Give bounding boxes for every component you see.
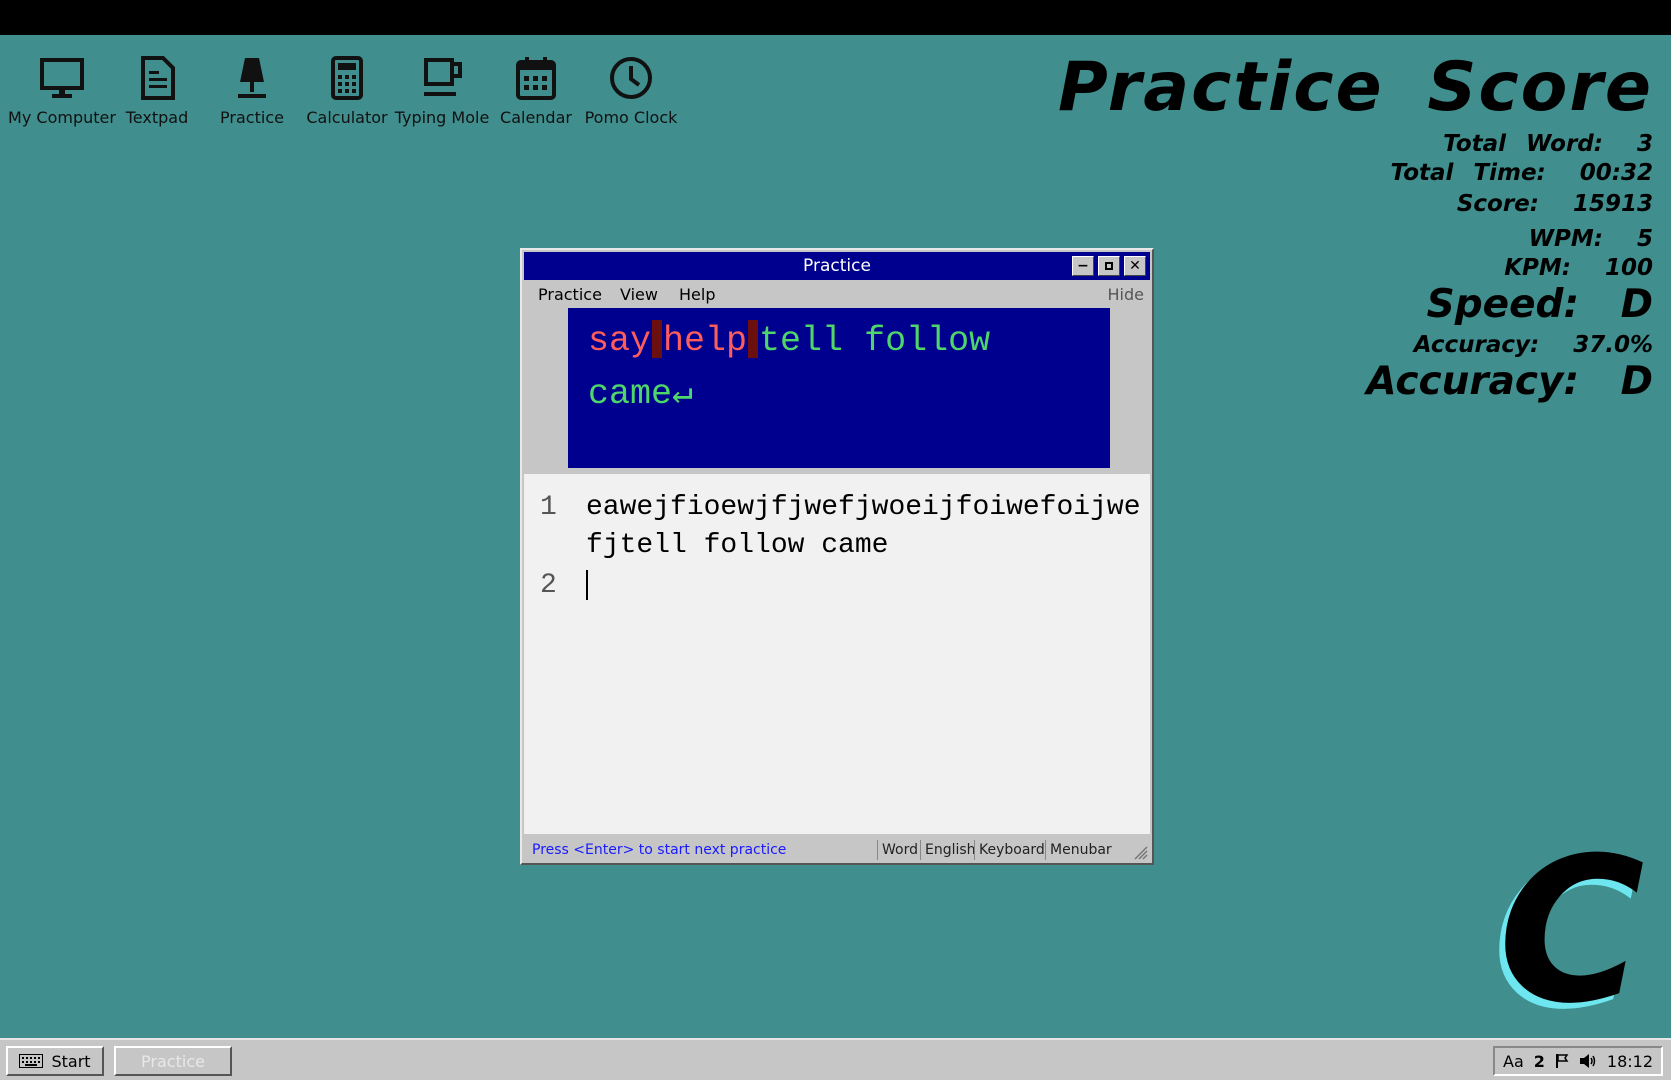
taskbar-item-practice[interactable]: Practice	[114, 1046, 232, 1076]
return-icon: ↵	[672, 374, 694, 414]
prompt-word-wrong: help	[663, 321, 748, 361]
desktop-icon-label: Practice	[220, 108, 284, 127]
accuracy-grade-label: Accuracy:	[1366, 359, 1580, 404]
status-mode-word[interactable]: Word	[877, 840, 922, 860]
system-tray: Aa 2 18:12	[1493, 1046, 1663, 1076]
desktop-icon-label: Calendar	[500, 108, 572, 127]
minimize-button[interactable]: −	[1072, 256, 1094, 276]
typing-editor[interactable]: 1 eawejfioewjfjwefjwoeijfoiwefoijwe fjte…	[524, 474, 1150, 834]
menu-practice[interactable]: Practice	[538, 285, 602, 304]
line-number: 2	[540, 570, 557, 601]
menu-help[interactable]: Help	[679, 285, 715, 304]
maximize-icon	[1105, 262, 1113, 270]
clock: 18:12	[1606, 1051, 1653, 1071]
desktop-icon-typing-mole[interactable]: Typing Mole	[394, 54, 490, 134]
desktop-icon-label: Typing Mole	[394, 108, 490, 127]
speed-grade: D	[1620, 282, 1653, 327]
score-title: Practice Score	[1057, 48, 1653, 127]
status-message: Press <Enter> to start next practice	[532, 842, 787, 858]
calendar-icon	[516, 57, 556, 100]
desktop-icon-practice[interactable]: Practice	[204, 54, 300, 134]
kpm-label: KPM:	[1504, 255, 1571, 281]
mug-icon	[424, 58, 462, 96]
total-time-label: Total Time:	[1390, 160, 1546, 186]
input-method-indicator[interactable]: Aa	[1503, 1052, 1524, 1071]
score-row: Score: 15913	[1058, 190, 1653, 219]
close-icon: ✕	[1129, 258, 1141, 274]
status-bar: Press <Enter> to start next practice Wor…	[524, 838, 1150, 862]
clock-icon	[610, 57, 652, 99]
minimize-icon: −	[1077, 258, 1089, 274]
start-label: Start	[51, 1051, 91, 1071]
menu-bar: Practice View Help Hide	[524, 282, 1150, 306]
accuracy-pct-value: 37.0%	[1573, 332, 1653, 358]
keyboard-icon	[19, 1054, 44, 1068]
calculator-icon	[331, 56, 363, 100]
monitor-icon	[40, 58, 84, 98]
editor-line: fjtell follow came	[586, 530, 889, 561]
close-button[interactable]: ✕	[1124, 256, 1146, 276]
status-keyboard[interactable]: Keyboard	[974, 840, 1049, 860]
score-value: 15913	[1572, 191, 1653, 217]
grade-letter: C	[1498, 830, 1645, 1030]
practice-window[interactable]: Practice − ✕ Practice View Help Hide say…	[520, 248, 1154, 865]
desktop-icon-label: Pomo Clock	[584, 108, 678, 127]
wpm-label: WPM:	[1528, 226, 1603, 252]
prompt-area: say help tell follow came↵	[568, 308, 1110, 468]
taskbar: Start Practice Aa 2 18:12	[0, 1038, 1671, 1080]
accuracy-grade: D	[1620, 359, 1653, 404]
total-time-row: Total Time: 00:32	[1058, 159, 1653, 188]
prompt-word-correct: came	[588, 374, 673, 414]
status-menubar[interactable]: Menubar	[1045, 840, 1116, 860]
window-title: Practice	[803, 256, 871, 276]
editor-line: eawejfioewjfjwefjwoeijfoiwefoijwe	[586, 492, 1141, 523]
desktop-icon-calendar[interactable]: Calendar	[488, 54, 584, 134]
lamp-icon	[238, 58, 266, 98]
maximize-button[interactable]	[1098, 256, 1120, 276]
window-title-bar[interactable]: Practice − ✕	[524, 252, 1150, 280]
top-bar	[0, 0, 1671, 35]
document-icon	[141, 56, 175, 100]
prompt-line-2: came↵	[588, 372, 693, 414]
workspace-indicator[interactable]: 2	[1534, 1052, 1545, 1071]
desktop-icon-label: Textpad	[125, 108, 189, 127]
total-word-value: 3	[1636, 131, 1653, 157]
status-language[interactable]: English	[920, 840, 980, 860]
error-marker	[652, 320, 663, 358]
speed-label: Speed:	[1426, 282, 1580, 327]
accuracy-pct-label: Accuracy:	[1413, 332, 1540, 358]
total-word-label: Total Word:	[1443, 131, 1603, 157]
desktop-icon-textpad[interactable]: Textpad	[109, 54, 205, 134]
kpm-value: 100	[1604, 255, 1653, 281]
desktop-icon-label: Calculator	[306, 108, 388, 127]
flag-icon[interactable]	[1555, 1053, 1569, 1069]
score-label: Score:	[1456, 191, 1539, 217]
hide-button[interactable]: Hide	[1108, 285, 1144, 304]
error-marker	[748, 320, 759, 358]
text-caret	[586, 570, 588, 600]
line-number: 1	[540, 492, 557, 523]
volume-icon[interactable]	[1579, 1053, 1597, 1069]
desktop-icon-label: My Computer	[8, 108, 116, 127]
prompt-word-correct: follow	[864, 321, 991, 361]
total-time-value: 00:32	[1579, 160, 1653, 186]
grade-c-emblem: C C	[1492, 830, 1645, 1030]
desktop-icon-pomo-clock[interactable]: Pomo Clock	[583, 54, 679, 134]
taskbar-item-label: Practice	[141, 1051, 205, 1071]
start-button[interactable]: Start	[6, 1046, 104, 1076]
prompt-word-wrong: say	[588, 321, 652, 361]
menu-view[interactable]: View	[620, 285, 658, 304]
total-word-row: Total Word: 3	[1058, 130, 1653, 159]
desktop-icon-calculator[interactable]: Calculator	[299, 54, 395, 134]
resize-grip-icon[interactable]	[1132, 844, 1148, 860]
prompt-line-1: say help tell follow	[588, 320, 990, 361]
wpm-value: 5	[1636, 226, 1653, 252]
prompt-word-correct: tell	[759, 321, 844, 361]
desktop-icon-my-computer[interactable]: My Computer	[8, 54, 116, 134]
